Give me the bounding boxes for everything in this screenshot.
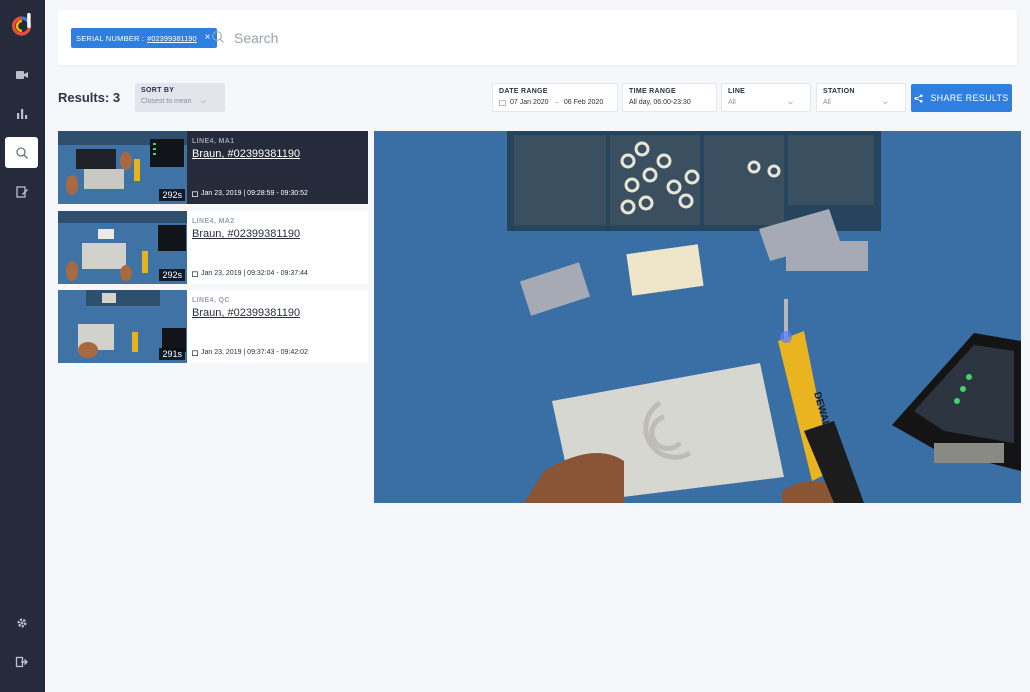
sidebar-item-analytics[interactable] bbox=[5, 98, 38, 129]
calendar-icon bbox=[192, 270, 198, 277]
station-label: STATION bbox=[823, 88, 855, 95]
sidebar-item-annotate[interactable] bbox=[5, 176, 38, 207]
station-filter[interactable]: STATION All bbox=[816, 83, 906, 112]
duration-badge: 292s bbox=[159, 189, 185, 201]
share-icon bbox=[914, 93, 923, 103]
card-timestamp: Jan 23, 2019 | 09:37:43 - 09:42:02 bbox=[201, 349, 308, 356]
share-results-label: SHARE RESULTS bbox=[930, 93, 1009, 103]
date-range-filter[interactable]: DATE RANGE 07 Jan 2020 – 06 Feb 2020 bbox=[492, 83, 618, 112]
share-results-button[interactable]: SHARE RESULTS bbox=[911, 84, 1012, 112]
card-title-link[interactable]: Braun, #02399381190 bbox=[192, 148, 368, 160]
sidebar-item-search[interactable] bbox=[5, 137, 38, 168]
video-thumbnail[interactable]: 291s bbox=[58, 290, 187, 363]
logout-icon bbox=[15, 656, 28, 667]
search-icon bbox=[15, 146, 28, 159]
result-card[interactable]: 291s LINE4, QC Braun, #02399381190 Jan 2… bbox=[58, 290, 368, 363]
sidebar bbox=[0, 0, 45, 692]
card-title-link[interactable]: Braun, #02399381190 bbox=[192, 228, 368, 240]
chevron-down-icon bbox=[201, 100, 206, 104]
card-title-link[interactable]: Braun, #02399381190 bbox=[192, 307, 368, 319]
result-card[interactable]: 292s LINE4, MA2 Braun, #02399381190 Jan … bbox=[58, 211, 368, 284]
date-range-label: DATE RANGE bbox=[499, 88, 548, 95]
bar-chart-icon bbox=[16, 108, 27, 119]
card-line-station: LINE4, QC bbox=[192, 297, 230, 304]
sort-by-value: Closest to mean bbox=[141, 98, 192, 105]
search-icon bbox=[212, 31, 224, 43]
card-line-station: LINE4, MA2 bbox=[192, 218, 235, 225]
calendar-icon bbox=[192, 349, 198, 356]
video-frame: DEWALT bbox=[374, 131, 1021, 503]
sort-by-label: SORT BY bbox=[141, 87, 175, 94]
date-to[interactable]: 06 Feb 2020 bbox=[564, 99, 606, 106]
edit-icon bbox=[15, 185, 28, 198]
chip-value[interactable]: #02399381190 bbox=[147, 34, 197, 43]
video-player[interactable]: DEWALT bbox=[374, 131, 1021, 503]
duration-badge: 291s bbox=[159, 348, 185, 360]
chevron-down-icon bbox=[883, 101, 888, 105]
serial-number-filter-chip[interactable]: SERIAL NUMBER : #02399381190 × bbox=[71, 28, 217, 48]
time-range-filter[interactable]: TIME RANGE All day, 06:00-23:30 bbox=[622, 83, 717, 112]
results-count: Results: 3 bbox=[58, 90, 121, 105]
chevron-down-icon bbox=[788, 101, 793, 105]
card-timestamp: Jan 23, 2019 | 09:32:04 - 09:37:44 bbox=[201, 270, 308, 277]
line-label: LINE bbox=[728, 88, 746, 95]
sidebar-item-settings[interactable] bbox=[5, 607, 38, 638]
card-line-station: LINE4, MA1 bbox=[192, 138, 235, 145]
sort-by-dropdown[interactable]: SORT BY Closest to mean bbox=[135, 83, 225, 112]
search-bar: SERIAL NUMBER : #02399381190 × bbox=[58, 10, 1017, 65]
video-camera-icon bbox=[15, 70, 28, 79]
time-range-label: TIME RANGE bbox=[629, 88, 676, 95]
card-timestamp: Jan 23, 2019 | 09:28:59 - 09:30:52 bbox=[201, 190, 308, 197]
time-range-value: All day, 06:00-23:30 bbox=[629, 99, 691, 106]
search-input[interactable] bbox=[234, 27, 534, 49]
video-thumbnail[interactable]: 292s bbox=[58, 131, 187, 204]
station-value: All bbox=[823, 99, 831, 106]
calendar-icon bbox=[499, 99, 506, 106]
duration-badge: 292s bbox=[159, 269, 185, 281]
line-filter[interactable]: LINE All bbox=[721, 83, 811, 112]
chip-key: SERIAL NUMBER : bbox=[76, 33, 145, 43]
gear-icon bbox=[16, 617, 27, 628]
chip-close-icon[interactable]: × bbox=[205, 33, 211, 43]
result-card[interactable]: 292s LINE4, MA1 Braun, #02399381190 Jan … bbox=[58, 131, 368, 204]
sidebar-item-logout[interactable] bbox=[5, 646, 38, 677]
sidebar-item-videos[interactable] bbox=[5, 59, 38, 90]
app-logo[interactable] bbox=[10, 12, 34, 38]
video-thumbnail[interactable]: 292s bbox=[58, 211, 187, 284]
date-from[interactable]: 07 Jan 2020 bbox=[510, 99, 552, 106]
line-value: All bbox=[728, 99, 736, 106]
calendar-icon bbox=[192, 190, 198, 197]
date-separator: – bbox=[555, 99, 559, 106]
